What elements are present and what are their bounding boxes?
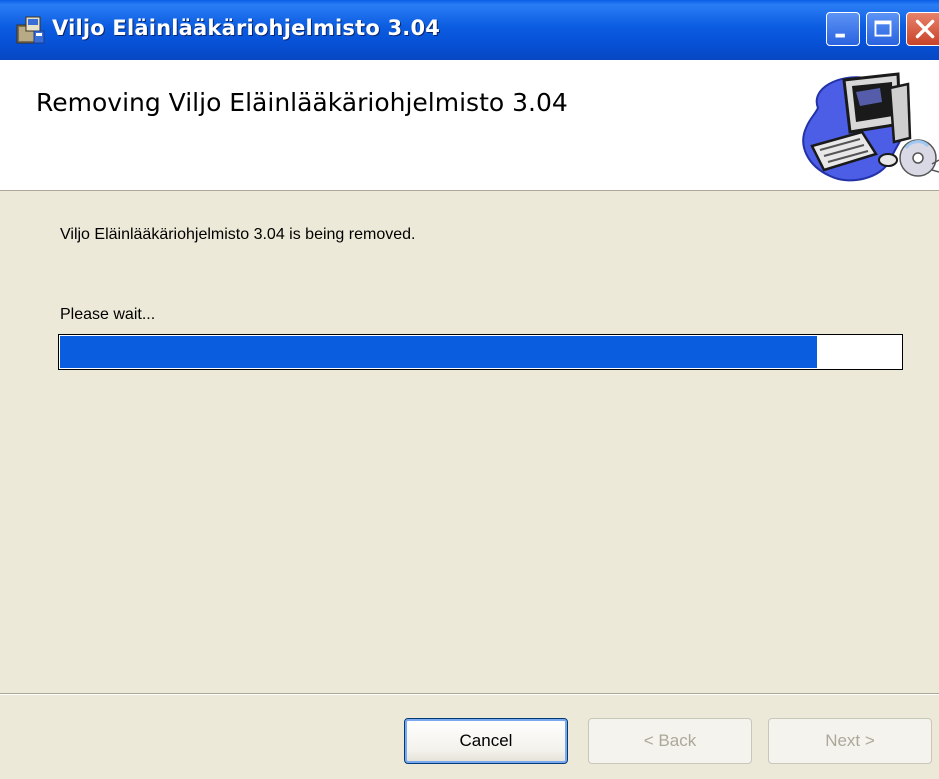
- close-button[interactable]: [906, 12, 939, 46]
- back-button[interactable]: < Back: [588, 718, 752, 764]
- footer-divider-highlight: [0, 694, 939, 695]
- progress-bar-fill: [60, 336, 817, 368]
- maximize-button[interactable]: [866, 12, 900, 46]
- maximize-icon: [867, 13, 899, 45]
- installer-window: Viljo Eläinlääkäriohjelmisto 3.04 Removi…: [0, 0, 939, 779]
- minimize-icon: [827, 13, 859, 45]
- title-bar[interactable]: Viljo Eläinlääkäriohjelmisto 3.04: [0, 0, 939, 60]
- minimize-button[interactable]: [826, 12, 860, 46]
- header-banner: Removing Viljo Eläinlääkäriohjelmisto 3.…: [0, 60, 939, 191]
- wait-text: Please wait...: [60, 306, 156, 323]
- window-title: Viljo Eläinlääkäriohjelmisto 3.04: [52, 16, 441, 40]
- next-button[interactable]: Next >: [768, 718, 932, 764]
- close-icon: [907, 13, 939, 45]
- progress-bar: [58, 334, 903, 370]
- installer-package-icon: [16, 16, 45, 44]
- cancel-button[interactable]: Cancel: [404, 718, 568, 764]
- computer-cd-icon: [802, 72, 939, 182]
- page-title: Removing Viljo Eläinlääkäriohjelmisto 3.…: [36, 88, 568, 117]
- status-text: Viljo Eläinlääkäriohjelmisto 3.04 is bei…: [60, 226, 416, 243]
